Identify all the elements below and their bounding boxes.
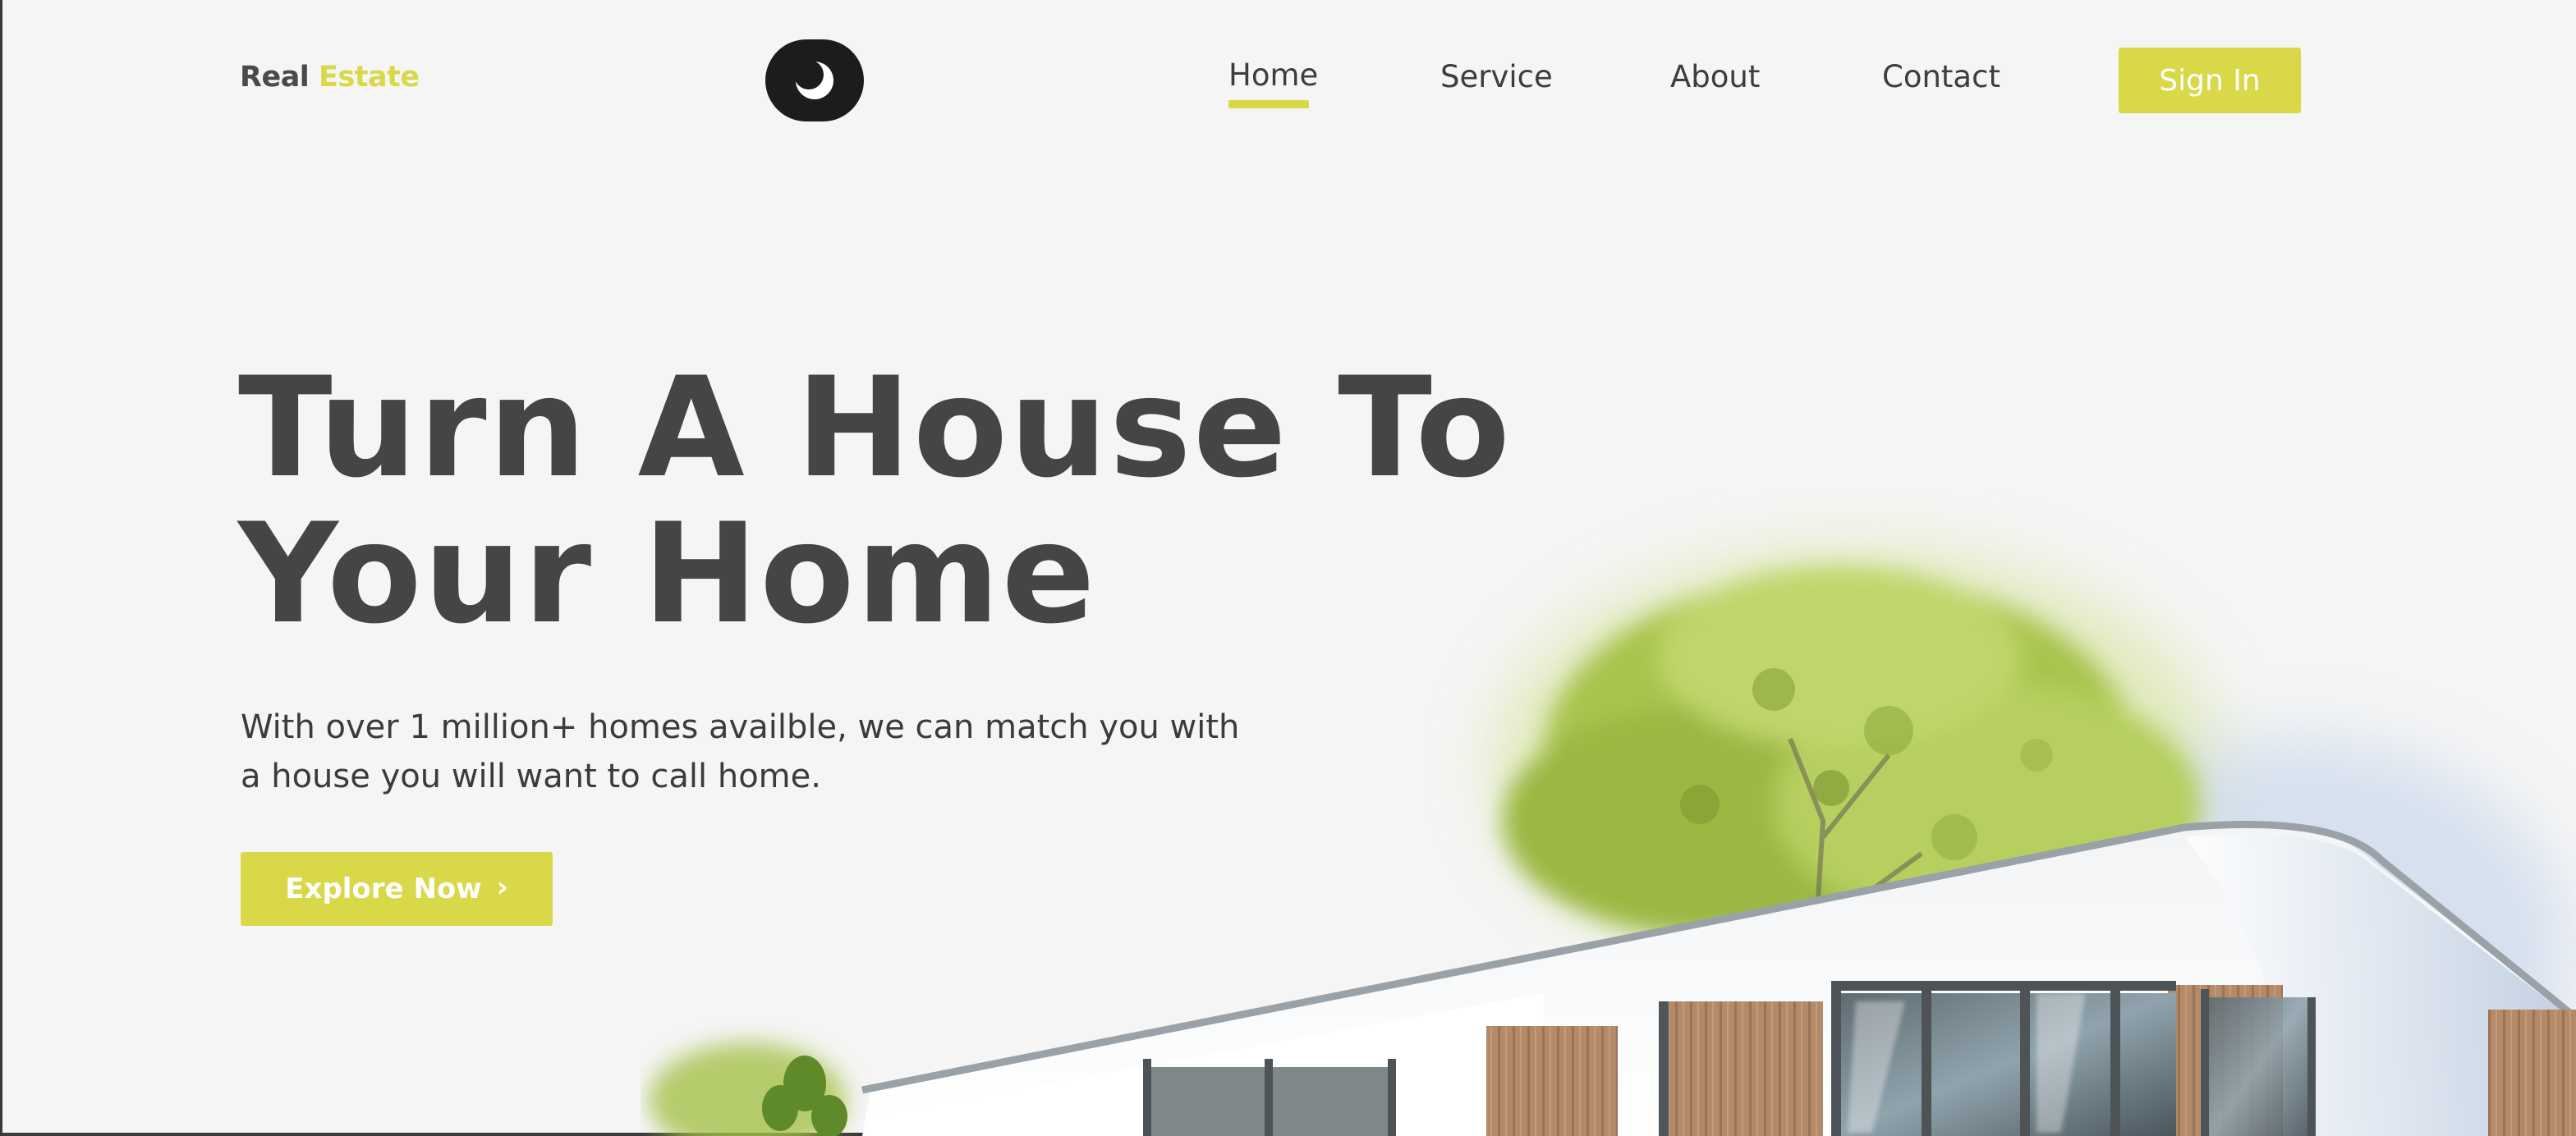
nav-active-indicator: [1228, 100, 1309, 108]
moon-icon: [794, 60, 833, 99]
nav-service[interactable]: Service: [1440, 59, 1553, 94]
chevron-right-icon: ›: [496, 871, 508, 904]
explore-now-label: Explore Now: [285, 873, 482, 905]
sign-in-button[interactable]: Sign In: [2119, 48, 2301, 113]
house-with-tree-image: [649, 550, 2576, 1136]
hero-title-line-1: Turn A House To: [238, 347, 1512, 508]
window-left-edge: [0, 0, 2, 1136]
explore-now-button[interactable]: Explore Now ›: [241, 852, 553, 926]
logo-word-estate: Estate: [319, 61, 420, 94]
theme-toggle-button[interactable]: [765, 39, 864, 121]
nav-about[interactable]: About: [1670, 59, 1760, 94]
logo-word-real: Real: [240, 61, 310, 94]
nav-home[interactable]: Home: [1228, 57, 1318, 93]
logo[interactable]: Real Estate: [240, 61, 420, 94]
nav-contact[interactable]: Contact: [1882, 59, 2000, 94]
